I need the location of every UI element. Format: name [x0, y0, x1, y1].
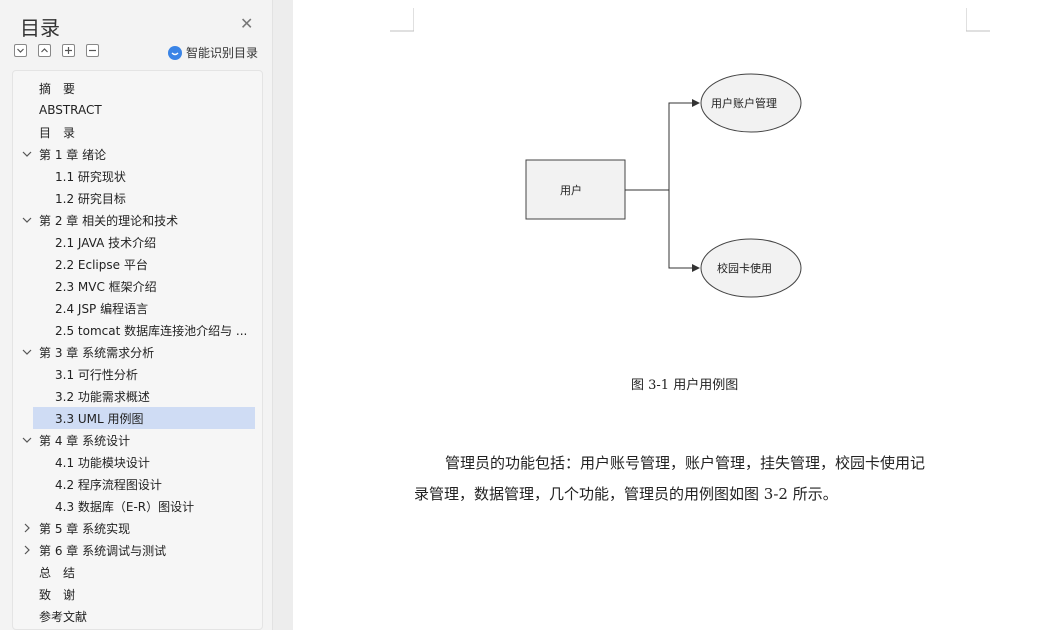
toc-item[interactable]: 3.3 UML 用例图: [33, 407, 255, 429]
toc-sidebar: 目录 ✕ 智能识别目录 摘 要 ABSTRACT 目 录第 1 章 绪论 1.1 研究…: [0, 0, 273, 630]
toc-item-label: 2.2 Eclipse 平台: [55, 257, 148, 272]
toc-item-label: 第 1 章 绪论: [39, 147, 107, 162]
use-case-diagram: 用户 用户账户管理 校园卡使用: [525, 73, 802, 298]
expand-all-icon[interactable]: [14, 44, 27, 57]
ai-recognize-label: 智能识别目录: [186, 46, 259, 60]
chevron-right-icon[interactable]: [22, 545, 32, 555]
add-heading-icon[interactable]: [62, 44, 75, 57]
toc-item-label: 3.1 可行性分析: [55, 367, 138, 382]
connector-to-account: [625, 99, 700, 191]
toc-item-label: 4.3 数据库（E-R）图设计: [55, 499, 195, 514]
chevron-down-icon[interactable]: [22, 347, 32, 357]
toc-item[interactable]: 2.5 tomcat 数据库连接池介绍与 ...: [13, 319, 262, 341]
toc-item-label: 2.5 tomcat 数据库连接池介绍与 ...: [55, 323, 248, 338]
toc-item[interactable]: 4.3 数据库（E-R）图设计: [13, 495, 262, 517]
ai-smile-icon: [168, 45, 182, 60]
actor-label: 用户: [560, 183, 582, 197]
use-case-account-label: 用户账户管理: [711, 96, 777, 110]
chevron-down-icon[interactable]: [22, 435, 32, 445]
toc-item[interactable]: 第 4 章 系统设计: [13, 429, 262, 451]
toc-item[interactable]: 2.2 Eclipse 平台: [13, 253, 262, 275]
toc-item-label: 2.1 JAVA 技术介绍: [55, 235, 157, 250]
document-page: 用户 用户账户管理 校园卡使用 图 3-1 用户用例图 管理员的功能包括：用户账…: [293, 0, 1039, 630]
toc-item-label: 第 4 章 系统设计: [39, 433, 131, 448]
connector-to-campus-card: [668, 190, 700, 272]
app-window: 目录 ✕ 智能识别目录 摘 要 ABSTRACT 目 录第 1 章 绪论 1.1 研究…: [0, 0, 1039, 630]
toc-item[interactable]: ABSTRACT: [13, 99, 262, 121]
toc-item[interactable]: 摘 要: [13, 77, 262, 99]
body-paragraph: 管理员的功能包括：用户账号管理，账户管理，挂失管理，校园卡使用记 录管理，数据管…: [414, 448, 970, 510]
chevron-down-icon[interactable]: [22, 215, 32, 225]
toc-item[interactable]: 3.2 功能需求概述: [13, 385, 262, 407]
toc-item[interactable]: 参考文献: [13, 605, 262, 627]
toc-item-label: 目 录: [39, 125, 76, 140]
toc-item[interactable]: 第 3 章 系统需求分析: [13, 341, 262, 363]
toc-item-label: 第 6 章 系统调试与测试: [39, 543, 167, 558]
toc-item-label: 1.2 研究目标: [55, 191, 126, 206]
toc-item[interactable]: 总 结: [13, 561, 262, 583]
remove-heading-icon[interactable]: [86, 44, 99, 57]
toc-item-label: 3.2 功能需求概述: [55, 389, 150, 404]
toc-item[interactable]: 第 5 章 系统实现: [13, 517, 262, 539]
toc-item-label: ABSTRACT: [39, 103, 102, 117]
toc-item[interactable]: 第 2 章 相关的理论和技术: [13, 209, 262, 231]
toc-list: 摘 要 ABSTRACT 目 录第 1 章 绪论 1.1 研究现状 1.2 研究目标第 …: [12, 70, 263, 630]
paragraph-line-2: 录管理，数据管理，几个功能，管理员的用例图如图 3-2 所示。: [414, 485, 838, 503]
chevron-right-icon[interactable]: [22, 523, 32, 533]
toc-item[interactable]: 4.1 功能模块设计: [13, 451, 262, 473]
toc-item[interactable]: 目 录: [13, 121, 262, 143]
toc-item-label: 总 结: [39, 565, 76, 580]
toc-item-label: 2.3 MVC 框架介绍: [55, 279, 157, 294]
toc-item[interactable]: 3.1 可行性分析: [13, 363, 262, 385]
toc-item[interactable]: 1.1 研究现状: [13, 165, 262, 187]
toc-item-label: 4.2 程序流程图设计: [55, 477, 162, 492]
toc-item[interactable]: 致 谢: [13, 583, 262, 605]
toc-item-label: 2.4 JSP 编程语言: [55, 301, 149, 316]
ai-recognize-toc-button[interactable]: 智能识别目录: [168, 44, 258, 61]
toc-item-label: 摘 要: [39, 81, 76, 96]
toc-item-label: 第 5 章 系统实现: [39, 521, 131, 536]
toc-item[interactable]: 2.3 MVC 框架介绍: [13, 275, 262, 297]
toc-controls: [14, 44, 99, 57]
close-icon[interactable]: ✕: [240, 14, 253, 33]
sidebar-title: 目录: [20, 16, 60, 40]
chevron-down-icon[interactable]: [22, 149, 32, 159]
toc-item[interactable]: 1.2 研究目标: [13, 187, 262, 209]
toc-item-label: 致 谢: [39, 587, 76, 602]
toc-item[interactable]: 第 1 章 绪论: [13, 143, 262, 165]
collapse-all-icon[interactable]: [38, 44, 51, 57]
toc-item[interactable]: 4.2 程序流程图设计: [13, 473, 262, 495]
paragraph-line-1: 管理员的功能包括：用户账号管理，账户管理，挂失管理，校园卡使用记: [445, 454, 926, 472]
figure-caption: 图 3-1 用户用例图: [631, 378, 739, 393]
toc-item[interactable]: 第 6 章 系统调试与测试: [13, 539, 262, 561]
toc-item-label: 3.3 UML 用例图: [55, 411, 144, 426]
toc-item-label: 第 3 章 系统需求分析: [39, 345, 155, 360]
toc-item-label: 1.1 研究现状: [55, 169, 126, 184]
toc-item-label: 参考文献: [39, 609, 88, 624]
toc-item[interactable]: 2.1 JAVA 技术介绍: [13, 231, 262, 253]
toc-item-label: 4.1 功能模块设计: [55, 455, 150, 470]
toc-item-label: 第 2 章 相关的理论和技术: [39, 213, 179, 228]
document-area: 用户 用户账户管理 校园卡使用 图 3-1 用户用例图 管理员的功能包括：用户账…: [274, 0, 1039, 630]
toc-item[interactable]: 2.4 JSP 编程语言: [13, 297, 262, 319]
use-case-campus-card-label: 校园卡使用: [717, 261, 772, 275]
